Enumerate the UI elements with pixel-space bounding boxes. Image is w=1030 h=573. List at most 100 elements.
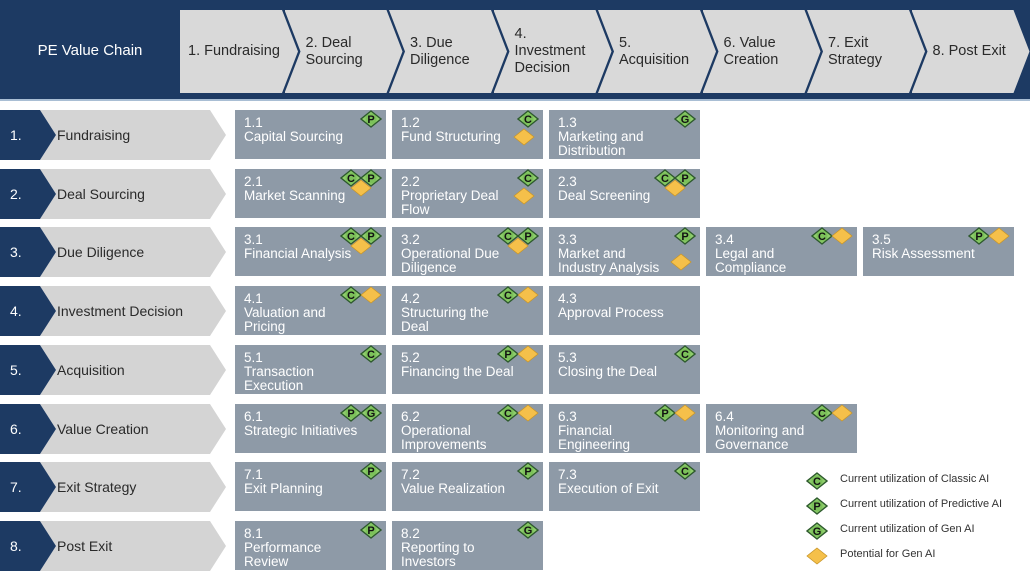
stage-label-line: 1. Fundraising [188, 43, 280, 59]
process-card: 4.1 Valuation and Pricing C [235, 286, 386, 335]
svg-text:C: C [813, 476, 821, 488]
classic-ai-badge-icon: C [811, 402, 833, 424]
row-number: 8. [10, 538, 22, 554]
process-card: 1.1 Capital Sourcing P [235, 110, 386, 159]
gen-ai-potential-diamond-icon [988, 225, 1010, 247]
process-card: 2.1 Market Scanning C P [235, 169, 386, 218]
legend-label: Current utilization of Predictive AI [840, 498, 1003, 510]
svg-text:P: P [347, 408, 354, 420]
svg-text:C: C [818, 231, 826, 243]
svg-text:G: G [524, 525, 533, 537]
card-name: Execution of Exit [558, 481, 659, 496]
gen-ai-potential-diamond-icon [350, 235, 372, 257]
process-card: 4.3 Approval Process [549, 286, 700, 335]
value-chain-header: PE Value Chain 1. Fundraising 2. Deal Sour… [0, 0, 1030, 101]
svg-text:P: P [524, 466, 531, 478]
process-card: 3.5 Risk Assessment P [863, 227, 1014, 276]
row-title: Value Creation [57, 421, 149, 437]
stage-chevron-1: 1. Fundraising [180, 10, 298, 93]
svg-text:G: G [367, 408, 376, 420]
row-title: Post Exit [57, 538, 113, 554]
row-title: Exit Strategy [57, 479, 137, 495]
predictive-ai-badge-icon: P [360, 460, 382, 482]
card-name: Monitoring and Governance [715, 423, 805, 452]
classic-ai-badge-icon: C [497, 284, 519, 306]
row-number: 5. [10, 362, 22, 378]
legend-label: Potential for Gen AI [840, 548, 936, 560]
process-card: 6.1 Strategic Initiatives P G [235, 404, 386, 453]
gen-ai-potential-diamond-icon [350, 177, 372, 199]
gen-ai-badge-icon: G [360, 402, 382, 424]
svg-text:C: C [681, 466, 689, 478]
process-card: 8.1 Performance Review P [235, 521, 386, 570]
process-card: 5.3 Closing the Deal C [549, 345, 700, 394]
stage-label-line: 6. Value [723, 34, 776, 51]
card-id: 5.1 [244, 350, 263, 365]
svg-text:P: P [681, 231, 688, 243]
row-title-chevron: Post Exit [40, 521, 226, 571]
predictive-ai-badge-icon: P [654, 402, 676, 424]
gen-ai-potential-diamond-icon [517, 402, 539, 424]
classic-ai-badge-icon: C [674, 343, 696, 365]
card-name: Value Realization [401, 481, 506, 496]
gen-ai-potential-diamond-icon [806, 545, 828, 567]
legend-item: P Current utilization of Predictive AI [806, 495, 1030, 517]
stage-chevron-8: 8. Post Exit [911, 10, 1030, 93]
process-card: 4.2 Structuring the Deal C [392, 286, 543, 335]
card-id: 7.2 [401, 467, 420, 482]
process-card: 7.2 Value Realization P [392, 462, 543, 511]
row-number: 3. [10, 244, 22, 260]
gen-ai-potential-diamond-icon [670, 251, 692, 273]
classic-ai-badge-icon: C [340, 284, 362, 306]
classic-ai-badge-icon: C [811, 225, 833, 247]
card-id: 7.1 [244, 467, 263, 482]
row-title: Due Diligence [57, 244, 145, 260]
card-name: Valuation and Pricing [244, 305, 326, 334]
card-id: 7.3 [558, 467, 577, 482]
svg-text:C: C [367, 349, 375, 361]
gen-ai-potential-diamond-icon [674, 402, 696, 424]
card-name: Capital Sourcing [244, 129, 344, 144]
legend-item: Potential for Gen AI [806, 545, 1030, 567]
svg-text:P: P [661, 408, 668, 420]
stage-label-line: Acquisition [619, 51, 690, 68]
card-id: 1.3 [558, 115, 577, 130]
svg-text:C: C [347, 290, 355, 302]
row-title-chevron: Exit Strategy [40, 462, 226, 512]
stage-chevron-3: 3. Due Diligence [389, 10, 507, 93]
process-card: 5.2 Financing the Deal P [392, 345, 543, 394]
predictive-ai-badge-icon: P [806, 495, 828, 517]
predictive-ai-badge-icon: P [968, 225, 990, 247]
row-title-chevron: Value Creation [40, 404, 226, 454]
stage-label-line: Creation [723, 51, 779, 68]
card-id: 1.1 [244, 115, 263, 130]
card-name: Structuring the Deal [401, 305, 489, 334]
row-number: 6. [10, 421, 22, 437]
predictive-ai-badge-icon: P [360, 519, 382, 541]
svg-text:C: C [818, 408, 826, 420]
row-title: Acquisition [57, 362, 125, 378]
card-name: Marketing and Distribution [558, 129, 644, 158]
stage-label-line: Investment [514, 43, 586, 59]
stage-label-line: 3. Due [410, 34, 453, 51]
svg-text:C: C [681, 349, 689, 361]
card-id: 3.3 [558, 232, 577, 247]
gen-ai-potential-diamond-icon [513, 185, 535, 207]
card-name: Operational Improvements [401, 423, 487, 452]
gen-ai-potential-diamond-icon [831, 402, 853, 424]
legend-item: C Current utilization of Classic AI [806, 470, 1030, 492]
card-name: Performance Review [244, 540, 322, 569]
gen-ai-potential-diamond-icon [513, 126, 535, 148]
process-card: 3.2 Operational Due Diligence C P [392, 227, 543, 276]
card-name: Closing the Deal [558, 364, 658, 379]
row-title: Deal Sourcing [57, 186, 145, 202]
legend-item: G Current utilization of Gen AI [806, 520, 1030, 542]
svg-text:P: P [504, 349, 511, 361]
stage-chevron-6: 6. Value Creation [702, 10, 821, 93]
gen-ai-potential-diamond-icon [360, 284, 382, 306]
card-name: Transaction Execution [244, 364, 315, 393]
svg-text:P: P [367, 525, 374, 537]
gen-ai-potential-diamond-icon [831, 225, 853, 247]
predictive-ai-badge-icon: P [674, 225, 696, 247]
gen-ai-badge-icon: G [806, 520, 828, 542]
